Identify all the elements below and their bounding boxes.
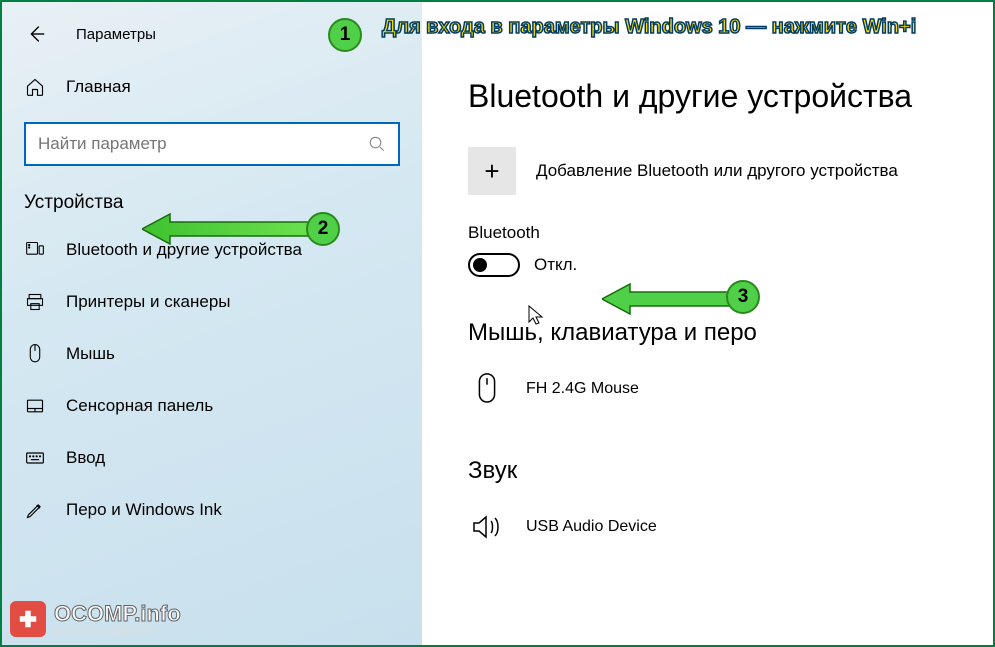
search-input[interactable] (38, 134, 368, 154)
search-wrap (2, 112, 422, 184)
bluetooth-toggle[interactable] (468, 253, 520, 277)
nav-home[interactable]: Главная (2, 62, 422, 112)
device-label: USB Audio Device (526, 518, 657, 536)
sidebar-item-label: Ввод (66, 448, 105, 468)
annotation-arrow-3 (602, 282, 732, 316)
section-audio: Звук (468, 457, 975, 485)
home-icon (24, 76, 46, 98)
search-icon (368, 135, 386, 153)
sidebar-item-label: Сенсорная панель (66, 396, 213, 416)
sidebar: Параметры Главная Устройства Bluetooth и… (2, 2, 422, 645)
plus-icon: + (468, 147, 516, 195)
cursor-icon (527, 304, 545, 326)
annotation-badge-2: 2 (306, 212, 340, 246)
sidebar-item-label: Перо и Windows Ink (66, 500, 222, 520)
device-mouse[interactable]: FH 2.4G Mouse (468, 363, 975, 415)
sidebar-item-mouse[interactable]: Мышь (2, 328, 422, 380)
device-audio[interactable]: USB Audio Device (468, 501, 975, 553)
bluetooth-toggle-row: Откл. (468, 253, 975, 277)
annotation-arrow-2 (142, 212, 312, 246)
sidebar-item-label: Принтеры и сканеры (66, 292, 231, 312)
touchpad-icon (24, 395, 46, 417)
sidebar-item-typing[interactable]: Ввод (2, 432, 422, 484)
toggle-knob (473, 258, 487, 272)
sidebar-item-pen[interactable]: Перо и Windows Ink (2, 484, 422, 536)
sidebar-item-label: Мышь (66, 344, 115, 364)
device-label: FH 2.4G Mouse (526, 380, 639, 398)
nav-home-label: Главная (66, 77, 131, 97)
speaker-icon (468, 507, 506, 547)
app-title: Параметры (76, 26, 156, 43)
add-device-button[interactable]: + Добавление Bluetooth или другого устро… (468, 147, 975, 195)
page-title: Bluetooth и другие устройства (468, 78, 975, 115)
content-pane: Bluetooth и другие устройства + Добавлен… (422, 2, 993, 645)
add-device-label: Добавление Bluetooth или другого устройс… (536, 161, 898, 181)
pen-icon (24, 499, 46, 521)
bluetooth-label: Bluetooth (468, 223, 975, 243)
sidebar-item-printers[interactable]: Принтеры и сканеры (2, 276, 422, 328)
mouse-icon (468, 369, 506, 409)
watermark: OCOMP.info ВОПРОСЫ АДМИНУ (10, 601, 181, 637)
watermark-text: OCOMP.info (54, 603, 181, 625)
search-box[interactable] (24, 122, 400, 166)
sidebar-item-touchpad[interactable]: Сенсорная панель (2, 380, 422, 432)
watermark-icon (10, 601, 46, 637)
settings-window: Параметры Главная Устройства Bluetooth и… (2, 2, 993, 645)
back-button[interactable] (22, 20, 50, 48)
annotation-text-1: Для входа в параметры Windows 10 — нажми… (382, 16, 916, 39)
arrow-left-icon (25, 23, 47, 45)
printer-icon (24, 291, 46, 313)
mouse-icon (24, 343, 46, 365)
bluetooth-state: Откл. (534, 255, 577, 275)
annotation-badge-1: 1 (328, 18, 362, 52)
annotation-badge-3: 3 (726, 280, 760, 314)
keyboard-icon (24, 447, 46, 469)
watermark-subtext: ВОПРОСЫ АДМИНУ (54, 625, 181, 635)
devices-icon (24, 239, 46, 261)
